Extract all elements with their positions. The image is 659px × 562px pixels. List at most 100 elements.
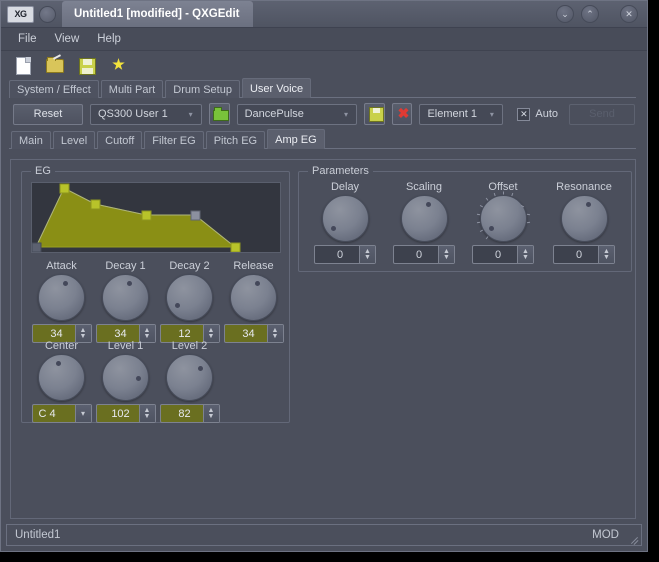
reset-button[interactable]: Reset — [13, 103, 83, 125]
chevron-down-icon: ▾ — [489, 109, 494, 119]
knob-label-attack: Attack — [46, 260, 77, 272]
eg-group-title: EG — [31, 165, 55, 177]
delay-spinbox[interactable]: 0 ▲ ▼ — [314, 245, 376, 264]
spinner-arrows-icon[interactable]: ▲ ▼ — [359, 246, 375, 263]
voice-select-value: DancePulse — [244, 108, 304, 120]
tab-pitch-eg[interactable]: Pitch EG — [205, 131, 266, 149]
tab-multi-part[interactable]: Multi Part — [100, 80, 164, 98]
knob-cell-delay: Delay 0 ▲ ▼ — [307, 181, 383, 264]
tab-user-voice[interactable]: User Voice — [241, 78, 312, 98]
knob-label-decay2: Decay 2 — [169, 260, 210, 272]
offset-knob-ticks — [476, 191, 530, 240]
level1-knob[interactable] — [102, 354, 149, 401]
knob-label-level2: Level 2 — [171, 340, 208, 352]
release-spinbox[interactable]: 34 ▲ ▼ — [223, 324, 284, 343]
spinner-arrows-icon[interactable]: ▲ ▼ — [266, 325, 283, 342]
toolbar — [1, 51, 647, 79]
maximize-icon[interactable]: ⌃ — [581, 5, 599, 23]
level2-knob[interactable] — [166, 354, 213, 401]
voice-select[interactable]: DancePulse ▾ — [236, 103, 358, 125]
auto-send-checkbox[interactable]: ✕ Auto — [517, 107, 558, 121]
title-bar: XG Untitled1 [modified] - QXGEdit ⌄ ⌃ ✕ — [1, 1, 647, 28]
spinner-arrows-icon[interactable]: ▲ ▼ — [517, 246, 533, 263]
attack-knob[interactable] — [38, 274, 85, 321]
tab-amp-eg[interactable]: Amp EG — [267, 129, 325, 149]
screenshot-root: XG Untitled1 [modified] - QXGEdit ⌄ ⌃ ✕ … — [0, 0, 659, 562]
open-file-icon[interactable] — [45, 56, 64, 74]
status-file-name: Untitled1 — [15, 529, 61, 541]
offset-knob[interactable] — [476, 191, 530, 242]
knob-cell-resonance: Resonance 0 ▲ ▼ — [544, 181, 624, 264]
menu-file[interactable]: File — [9, 31, 46, 47]
knob-label-decay1: Decay 1 — [105, 260, 146, 272]
knob-label-resonance: Resonance — [556, 181, 612, 193]
spinner-arrows-icon[interactable]: ▲ ▼ — [438, 246, 454, 263]
auto-label: Auto — [535, 108, 558, 120]
resize-grip-icon[interactable] — [628, 532, 639, 545]
decay2-knob[interactable] — [166, 274, 213, 321]
decay1-knob[interactable] — [102, 274, 149, 321]
tab-cutoff[interactable]: Cutoff — [97, 131, 143, 149]
tab-main[interactable]: Main — [11, 131, 51, 149]
knob-label-delay: Delay — [330, 181, 360, 193]
parameter-tab-strip: Main Level Cutoff Filter EG Pitch EG Amp… — [1, 129, 647, 149]
menu-help[interactable]: Help — [88, 31, 130, 47]
parameters-group-title: Parameters — [308, 165, 373, 177]
knob-cell-level2: Level 2 82 ▲ ▼ — [158, 340, 221, 423]
eg-envelope-graph[interactable] — [31, 182, 281, 253]
spinner-arrows-icon[interactable]: ▲ ▼ — [598, 246, 614, 263]
knob-label-level1: Level 1 — [107, 340, 144, 352]
scaling-knob[interactable] — [400, 195, 448, 242]
level1-spinbox[interactable]: 102 ▲ ▼ — [95, 404, 156, 423]
parameters-group: Parameters Delay 0 ▲ ▼ Scaling 0 ▲ ▼ Off… — [298, 165, 632, 272]
knob-cell-scaling: Scaling 0 ▲ ▼ — [386, 181, 462, 264]
eg-group: EG Attack 34 ▲ ▼ Decay 1 34 ▲ ▼ Decay 2 … — [21, 165, 290, 423]
knob-label-release: Release — [233, 260, 274, 272]
scaling-spinbox[interactable]: 0 ▲ ▼ — [393, 245, 455, 264]
xg-logo-icon: XG — [7, 5, 34, 23]
tab-level[interactable]: Level — [52, 131, 96, 149]
knob-cell-offset: Offset 0 ▲ ▼ — [465, 181, 541, 264]
window-title: Untitled1 [modified] - QXGEdit — [62, 1, 254, 27]
chevron-down-icon[interactable]: ▾ — [74, 405, 91, 422]
window-menu-button[interactable] — [39, 5, 56, 23]
center-combo[interactable]: C 4 ▾ — [31, 404, 92, 423]
checkbox-box[interactable]: ✕ — [517, 107, 531, 121]
knob-cell-decay2: Decay 2 12 ▲ ▼ — [158, 260, 221, 343]
resonance-spinbox[interactable]: 0 ▲ ▼ — [553, 245, 615, 264]
knob-cell-level1: Level 1 102 ▲ ▼ — [94, 340, 157, 423]
tab-drum-setup[interactable]: Drum Setup — [165, 80, 240, 98]
delete-voice-button[interactable]: ✖ — [391, 103, 413, 125]
resonance-knob[interactable] — [560, 195, 608, 242]
minimize-icon[interactable]: ⌄ — [556, 5, 574, 23]
star-icon[interactable] — [109, 56, 128, 74]
save-file-icon[interactable] — [77, 56, 96, 75]
center-knob[interactable] — [38, 354, 85, 401]
eg-envelope-svg — [31, 183, 241, 253]
bank-select[interactable]: QS300 User 1 ▾ — [90, 103, 203, 125]
spinner-arrows-icon[interactable]: ▲ ▼ — [138, 405, 155, 422]
knob-cell-release: Release 34 ▲ ▼ — [222, 260, 285, 343]
menu-view[interactable]: View — [46, 31, 89, 47]
element-select[interactable]: Element 1 ▾ — [419, 103, 504, 125]
tab-filter-eg[interactable]: Filter EG — [144, 131, 204, 149]
release-knob[interactable] — [230, 274, 277, 321]
close-icon[interactable]: ✕ — [620, 5, 638, 23]
level2-spinbox[interactable]: 82 ▲ ▼ — [159, 404, 220, 423]
knob-label-scaling: Scaling — [405, 181, 443, 193]
delay-knob[interactable] — [321, 195, 369, 242]
knob-cell-attack: Attack 34 ▲ ▼ — [30, 260, 93, 343]
status-bar: Untitled1 MOD — [6, 524, 642, 546]
tab-system-effect[interactable]: System / Effect — [9, 80, 99, 98]
chevron-down-icon: ▾ — [343, 109, 348, 119]
knob-label-center: Center — [44, 340, 79, 352]
element-select-value: Element 1 — [427, 108, 477, 120]
offset-spinbox[interactable]: 0 ▲ ▼ — [472, 245, 534, 264]
save-voice-button[interactable] — [364, 103, 385, 125]
new-file-icon[interactable] — [13, 56, 32, 75]
main-tab-strip: System / Effect Multi Part Drum Setup Us… — [1, 78, 647, 98]
spinner-arrows-icon[interactable]: ▲ ▼ — [202, 405, 219, 422]
send-button[interactable]: Send — [569, 103, 635, 125]
open-voice-folder-button[interactable] — [209, 103, 230, 125]
amp-eg-panel: EG Attack 34 ▲ ▼ Decay 1 34 ▲ ▼ Decay 2 … — [10, 159, 636, 519]
